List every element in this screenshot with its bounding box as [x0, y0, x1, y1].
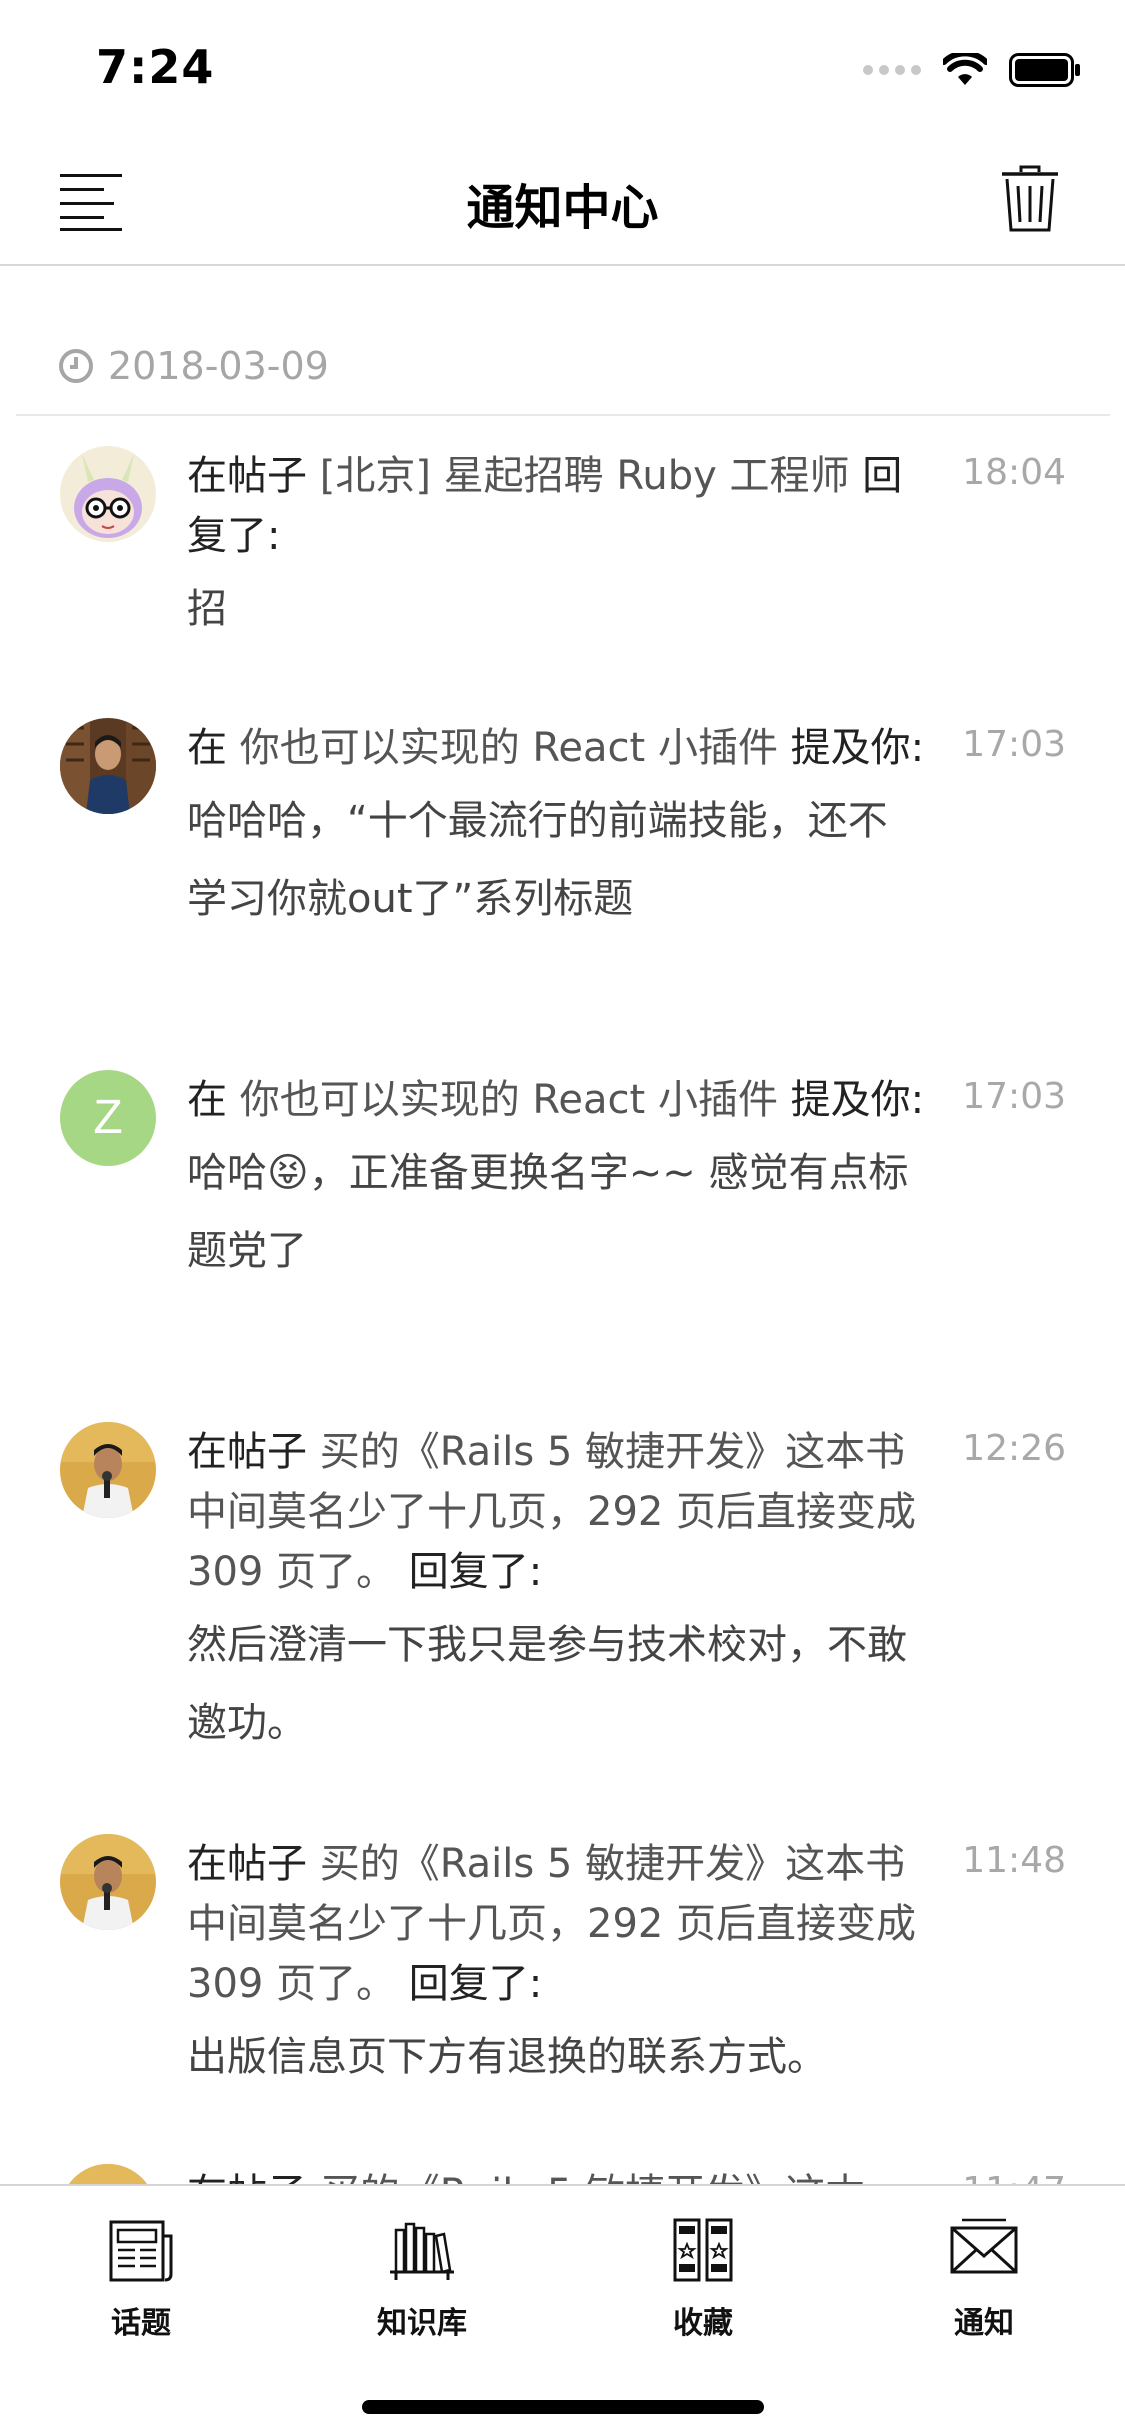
tab-label: 话题 — [111, 2306, 171, 2341]
status-time: 7:24 — [96, 40, 215, 94]
tab-label: 收藏 — [673, 2306, 733, 2341]
clock-icon — [59, 349, 93, 383]
notification-item[interactable]: 在帖子 [北京] 星起招聘 Ruby 工程师 回复了: 招 18:04 — [0, 418, 1125, 690]
notification-prefix: 在 — [187, 725, 227, 771]
notification-header: 在帖子 买的《Rails 5 敏捷开发》这本 — [187, 2164, 927, 2184]
notification-prefix: 在帖子 — [187, 1429, 307, 1475]
content-before-emoji: 哈哈 — [187, 1150, 267, 1196]
notification-time: 18:04 — [962, 452, 1066, 493]
notification-time: 12:26 — [962, 1428, 1066, 1469]
notification-body: 在帖子 [北京] 星起招聘 Ruby 工程师 回复了: 招 — [187, 446, 927, 648]
battery-icon — [1009, 53, 1080, 87]
notification-header: 在帖子 买的《Rails 5 敏捷开发》这本书中间莫名少了十几页，292 页后直… — [187, 1834, 927, 2014]
avatar[interactable] — [60, 1834, 156, 1930]
notification-action: 回复了: — [408, 1549, 543, 1595]
bookshelf-icon — [390, 2222, 454, 2280]
notification-item[interactable]: 在 你也可以实现的 React 小插件 提及你: 哈哈哈，“十个最流行的前端技能… — [0, 690, 1125, 1042]
signal-icon — [863, 65, 921, 75]
avatar[interactable] — [60, 446, 156, 542]
status-bar: 7:24 — [0, 0, 1125, 132]
notification-item[interactable]: Z 在 你也可以实现的 React 小插件 提及你: 哈哈😝，正准备更换名字~~… — [0, 1042, 1125, 1394]
notification-action: 提及你: — [790, 725, 925, 771]
date-header: 2018-03-09 — [58, 344, 329, 388]
avatar[interactable]: Z — [60, 1070, 156, 1166]
tab-label: 通知 — [954, 2306, 1014, 2341]
avatar[interactable] — [60, 2164, 156, 2184]
notification-body: 在帖子 买的《Rails 5 敏捷开发》这本书中间莫名少了十几页，292 页后直… — [187, 1834, 927, 2096]
newspaper-icon — [109, 2220, 173, 2282]
notification-prefix: 在 — [187, 1077, 227, 1123]
notification-time: 17:03 — [962, 724, 1066, 765]
notification-action: 提及你: — [790, 1077, 925, 1123]
screen: 7:24 通知中心 2018-03-09 在帖子 [北京] 星起招聘 Ruby … — [0, 0, 1125, 2436]
notification-content: 然后澄清一下我只是参与技术校对，不敢邀功。 — [187, 1622, 907, 1746]
notification-body: 在帖子 买的《Rails 5 敏捷开发》这本书中间莫名少了十几页，292 页后直… — [187, 1422, 927, 1762]
notification-body: 在帖子 买的《Rails 5 敏捷开发》这本 — [187, 2164, 927, 2184]
status-icons — [863, 50, 1081, 90]
date-label: 2018-03-09 — [108, 344, 329, 388]
topic-link[interactable]: 买的《Rails 5 敏捷开发》这本 — [320, 2171, 865, 2184]
notification-prefix: 在帖子 — [187, 453, 307, 499]
tab-topics[interactable]: 话题 — [41, 2214, 241, 2342]
notification-header: 在帖子 买的《Rails 5 敏捷开发》这本书中间莫名少了十几页，292 页后直… — [187, 1422, 927, 1602]
notification-item[interactable]: 在帖子 买的《Rails 5 敏捷开发》这本书中间莫名少了十几页，292 页后直… — [0, 1394, 1125, 1806]
tab-bar: 话题 知识库 收藏 通知 — [0, 2184, 1125, 2436]
notification-item[interactable]: 在帖子 买的《Rails 5 敏捷开发》这本书中间莫名少了十几页，292 页后直… — [0, 1806, 1125, 2136]
notification-item[interactable]: 在帖子 买的《Rails 5 敏捷开发》这本 11:47 — [0, 2136, 1125, 2184]
tab-label: 知识库 — [377, 2306, 467, 2341]
tab-notifications[interactable]: 通知 — [884, 2214, 1084, 2342]
home-indicator[interactable] — [362, 2400, 764, 2414]
divider — [16, 414, 1110, 416]
avatar[interactable] — [60, 718, 156, 814]
notification-header: 在帖子 [北京] 星起招聘 Ruby 工程师 回复了: — [187, 446, 927, 566]
notification-header: 在 你也可以实现的 React 小插件 提及你: — [187, 1070, 927, 1130]
notification-list[interactable]: 在帖子 [北京] 星起招聘 Ruby 工程师 回复了: 招 18:04 在 你也… — [0, 418, 1125, 2184]
topic-link[interactable]: 你也可以实现的 React 小插件 — [240, 1077, 778, 1123]
notification-content: 哈哈😝，正准备更换名字~~ 感觉有点标题党了 — [187, 1134, 927, 1290]
notification-prefix: 在帖子 — [187, 2171, 307, 2184]
notification-prefix: 在帖子 — [187, 1841, 307, 1887]
tab-knowledge-base[interactable]: 知识库 — [322, 2214, 522, 2342]
notification-header: 在 你也可以实现的 React 小插件 提及你: — [187, 718, 927, 778]
squinting-tongue-emoji: 😝 — [267, 1150, 309, 1196]
notification-time: 11:47 — [962, 2170, 1066, 2184]
avatar[interactable] — [60, 1422, 156, 1518]
notification-body: 在 你也可以实现的 React 小插件 提及你: 哈哈哈，“十个最流行的前端技能… — [187, 718, 927, 938]
topic-link[interactable]: 你也可以实现的 React 小插件 — [240, 725, 778, 771]
topic-link[interactable]: [北京] 星起招聘 Ruby 工程师 — [320, 453, 850, 499]
notification-body: 在 你也可以实现的 React 小插件 提及你: 哈哈😝，正准备更换名字~~ 感… — [187, 1070, 927, 1290]
notification-content: 出版信息页下方有退换的联系方式。 — [187, 2034, 827, 2080]
notification-content: 哈哈哈，“十个最流行的前端技能，还不学习你就out了”系列标题 — [187, 798, 888, 922]
tab-favorites[interactable]: 收藏 — [603, 2214, 803, 2342]
trash-icon[interactable] — [998, 164, 1062, 234]
envelope-icon — [950, 2218, 1018, 2274]
bookmark-cards-icon — [673, 2218, 733, 2282]
notification-content: 招 — [187, 586, 227, 632]
nav-bar: 通知中心 — [0, 132, 1125, 266]
notification-action: 回复了: — [408, 1961, 543, 2007]
page-title: 通知中心 — [466, 180, 659, 236]
notification-time: 11:48 — [962, 1840, 1066, 1881]
notification-time: 17:03 — [962, 1076, 1066, 1117]
wifi-icon — [943, 53, 987, 85]
avatar-letter: Z — [93, 1091, 123, 1144]
